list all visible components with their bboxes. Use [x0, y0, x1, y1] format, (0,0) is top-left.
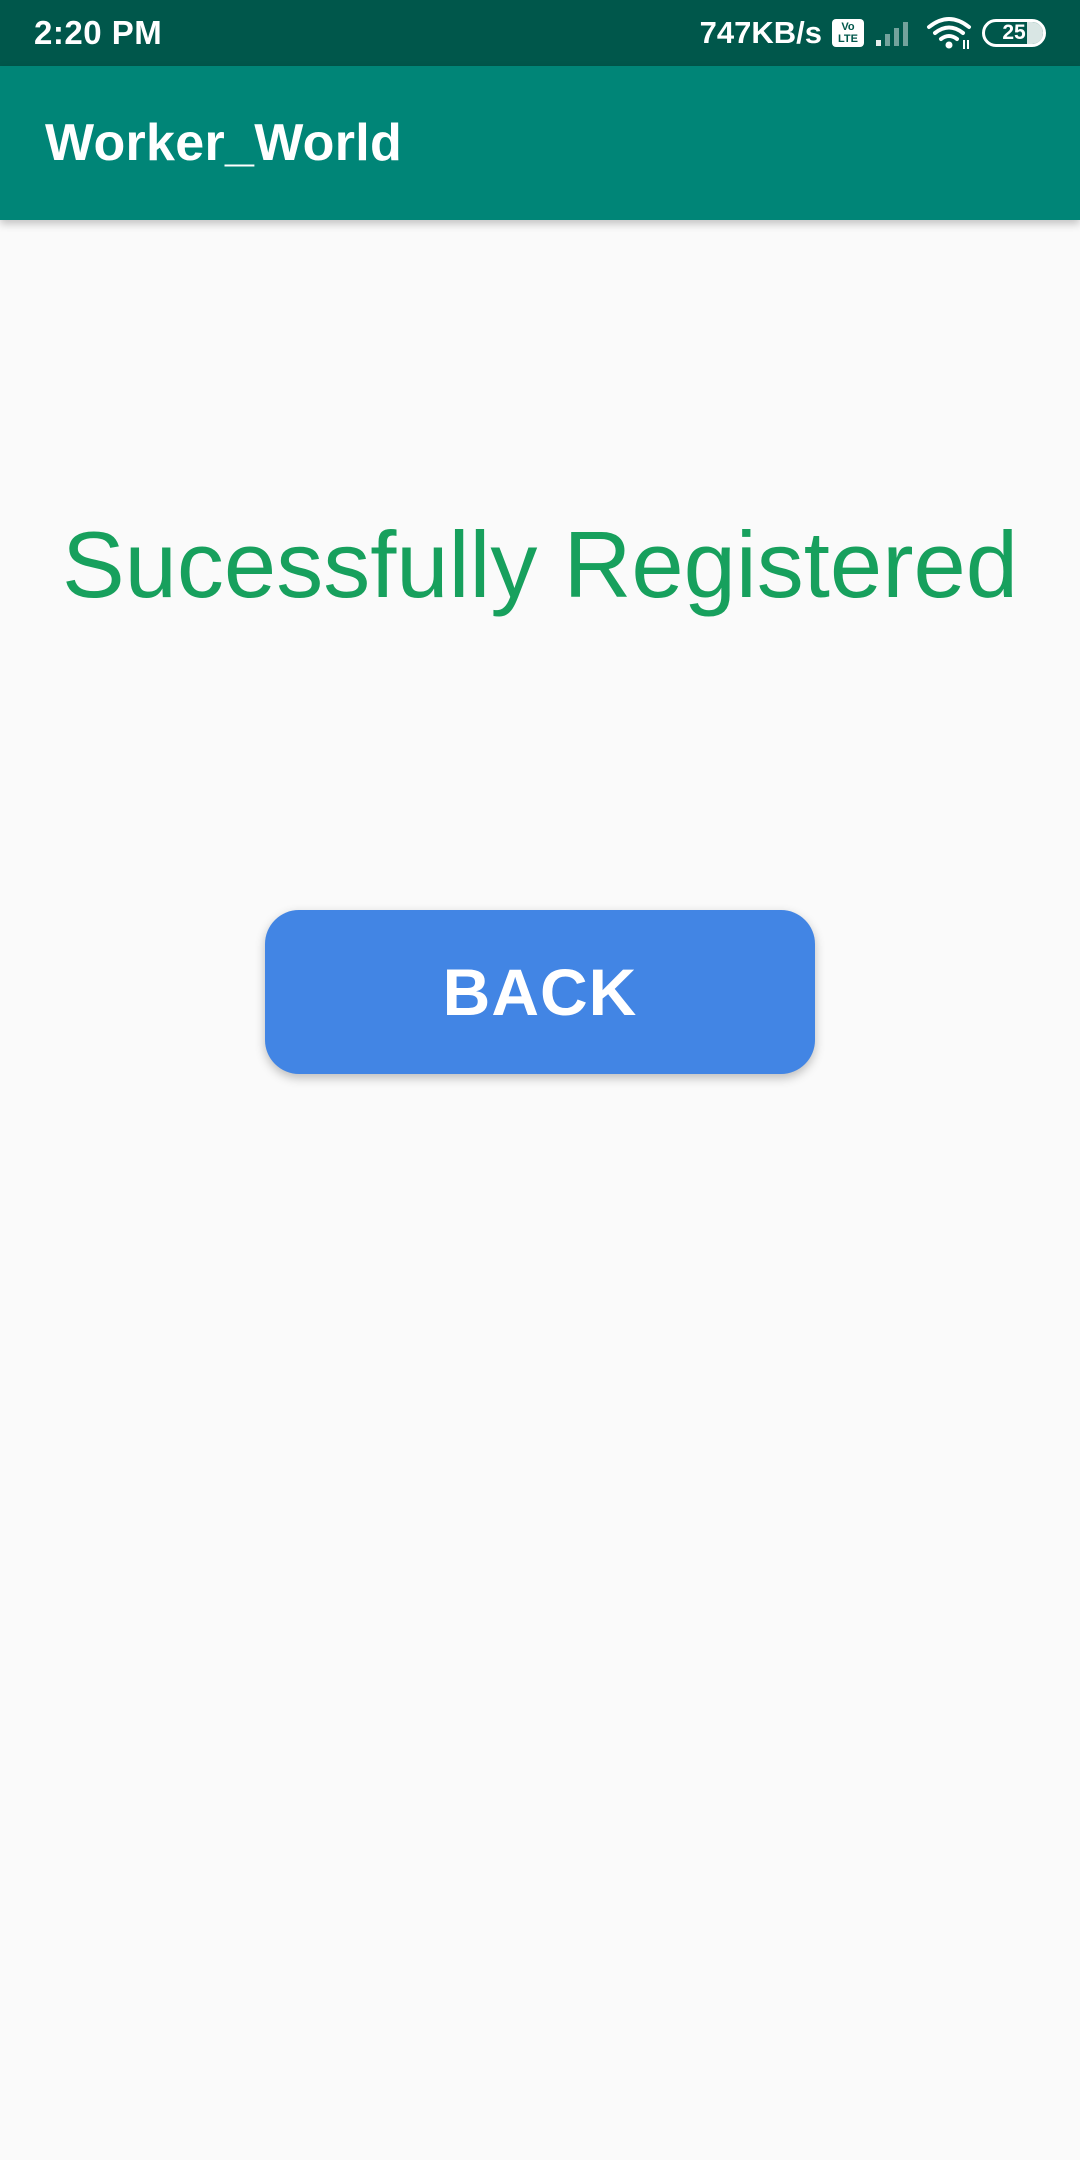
status-icons: 747KB/s Vo LTE 25 [700, 0, 1046, 66]
battery-level: 25 [1002, 21, 1026, 44]
network-speed: 747KB/s [699, 15, 822, 50]
battery-icon: 25 [982, 19, 1046, 47]
back-button[interactable]: BACK [265, 910, 815, 1074]
signal-icon [874, 18, 916, 48]
success-message: Sucessfully Registered [61, 512, 1019, 617]
status-time: 2:20 PM [34, 14, 163, 51]
status-bar: 2:20 PM 747KB/s Vo LTE 25 [0, 0, 1080, 66]
app-bar: Worker_World [0, 66, 1080, 220]
volte-icon: Vo LTE [832, 19, 864, 47]
app-title: Worker_World [45, 114, 403, 172]
wifi-icon [926, 16, 972, 50]
volte-label-top: Vo [841, 21, 855, 33]
volte-label-bottom: LTE [838, 33, 858, 45]
